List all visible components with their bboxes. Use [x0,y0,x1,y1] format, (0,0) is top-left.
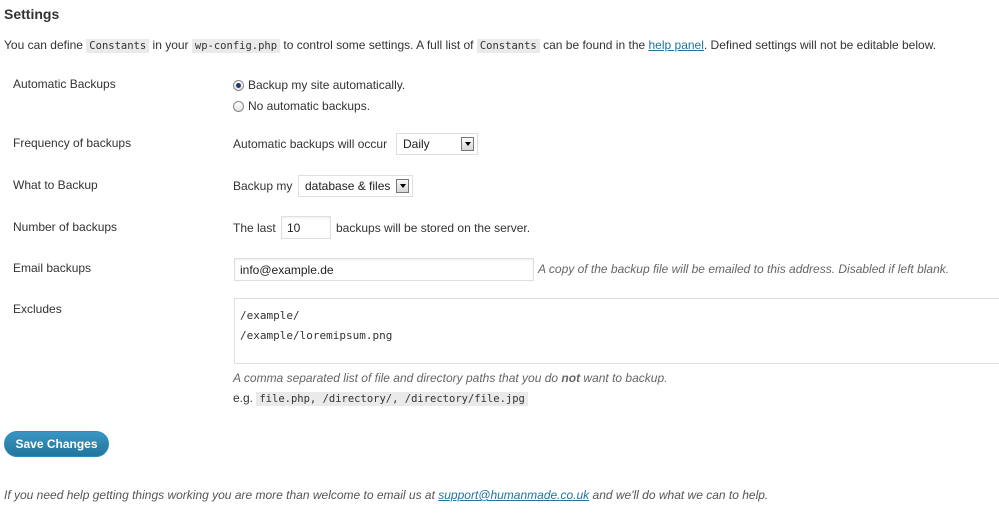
email-field[interactable]: info@example.de [234,258,534,281]
example-code: file.php, /directory/, /directory/file.j… [256,392,528,406]
number-of-backups-suffix: backups will be stored on the server. [336,221,531,235]
wp-config-code: wp-config.php [191,39,281,53]
excludes-label: Excludes [13,302,62,316]
excludes-line: /example/ [240,309,300,322]
what-to-backup-label: What to Backup [13,178,98,192]
intro-text: You can define Constants in your wp-conf… [4,38,937,53]
help-panel-link[interactable]: help panel [649,38,704,52]
excludes-example: e.g. file.php, /directory/, /directory/f… [233,391,528,406]
chevron-down-icon [396,179,409,193]
what-to-backup-select[interactable]: database & files [298,175,413,197]
frequency-label: Frequency of backups [13,136,132,150]
frequency-select[interactable]: Daily [396,133,478,155]
constants-code: Constants [86,39,150,53]
number-of-backups-prefix: The last [233,221,276,235]
frequency-prefix: Automatic backups will occur [233,137,388,151]
footer-help-text: If you need help getting things working … [4,488,769,502]
what-to-backup-prefix: Backup my [233,179,293,193]
automatic-backups-label: Automatic Backups [13,77,116,91]
excludes-textarea[interactable]: /example/ /example/loremipsum.png [234,298,999,364]
radio-button-checked[interactable] [233,79,244,91]
email-backups-label: Email backups [13,261,92,275]
save-changes-button[interactable]: Save Changes [4,431,109,457]
page-title: Settings [4,6,60,22]
support-email-link[interactable]: support@humanmade.co.uk [438,488,589,502]
constants-code: Constants [476,39,540,53]
chevron-down-icon [461,137,474,151]
email-description: A copy of the backup file will be emaile… [538,262,950,276]
number-of-backups-label: Number of backups [13,220,118,234]
excludes-line: /example/loremipsum.png [240,329,393,342]
radio-no-automatic-backups[interactable]: No automatic backups. [233,99,370,113]
number-of-backups-input[interactable]: 10 [281,216,331,239]
radio-button[interactable] [233,100,244,112]
excludes-description: A comma separated list of file and direc… [233,371,668,385]
radio-backup-automatically[interactable]: Backup my site automatically. [233,78,405,92]
